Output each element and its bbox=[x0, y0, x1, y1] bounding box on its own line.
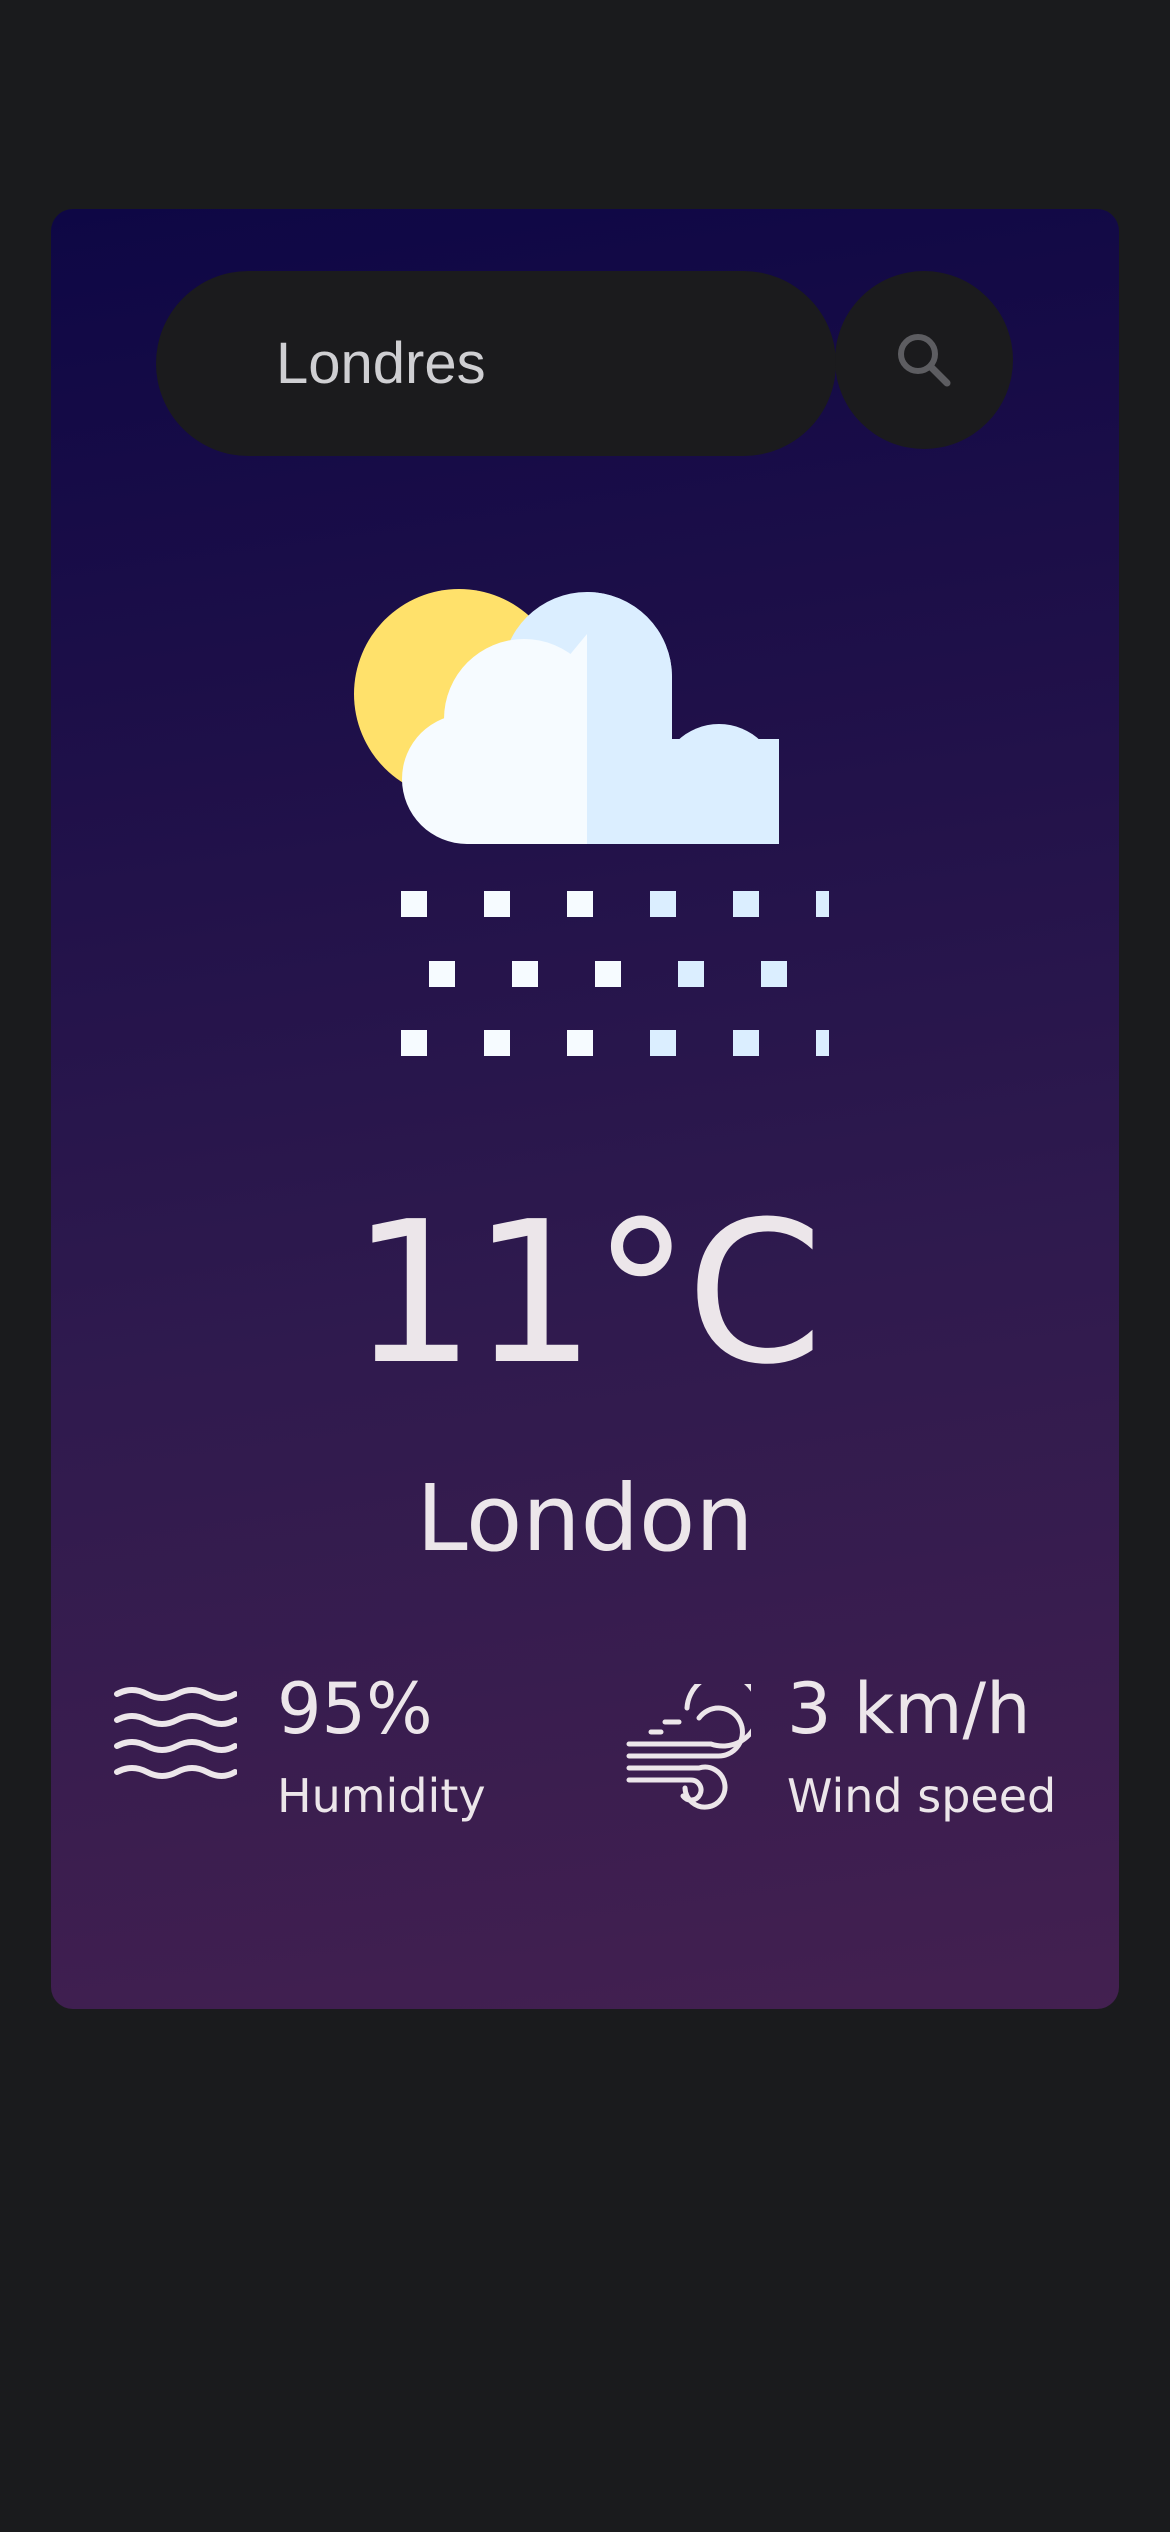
cloud-sun-snow-icon bbox=[354, 589, 829, 1056]
city-name: London bbox=[416, 1465, 754, 1572]
search-button[interactable] bbox=[835, 271, 1013, 449]
temperature: 11°C bbox=[350, 1180, 823, 1408]
wind-value: 3 km/h bbox=[787, 1668, 1031, 1750]
page: 11°C London 95% Humidity bbox=[0, 0, 1170, 2532]
humidity-label: Humidity bbox=[277, 1769, 486, 1823]
wind-label: Wind speed bbox=[787, 1769, 1057, 1823]
waves-icon bbox=[114, 1687, 237, 1779]
humidity-value: 95% bbox=[277, 1668, 433, 1750]
weather-card: 11°C London 95% Humidity bbox=[51, 209, 1119, 2009]
search-input[interactable] bbox=[276, 330, 796, 397]
wind-icon bbox=[626, 1684, 751, 1810]
snow-dots bbox=[401, 891, 829, 1056]
search-bar[interactable] bbox=[156, 271, 836, 456]
search-icon bbox=[898, 334, 951, 387]
